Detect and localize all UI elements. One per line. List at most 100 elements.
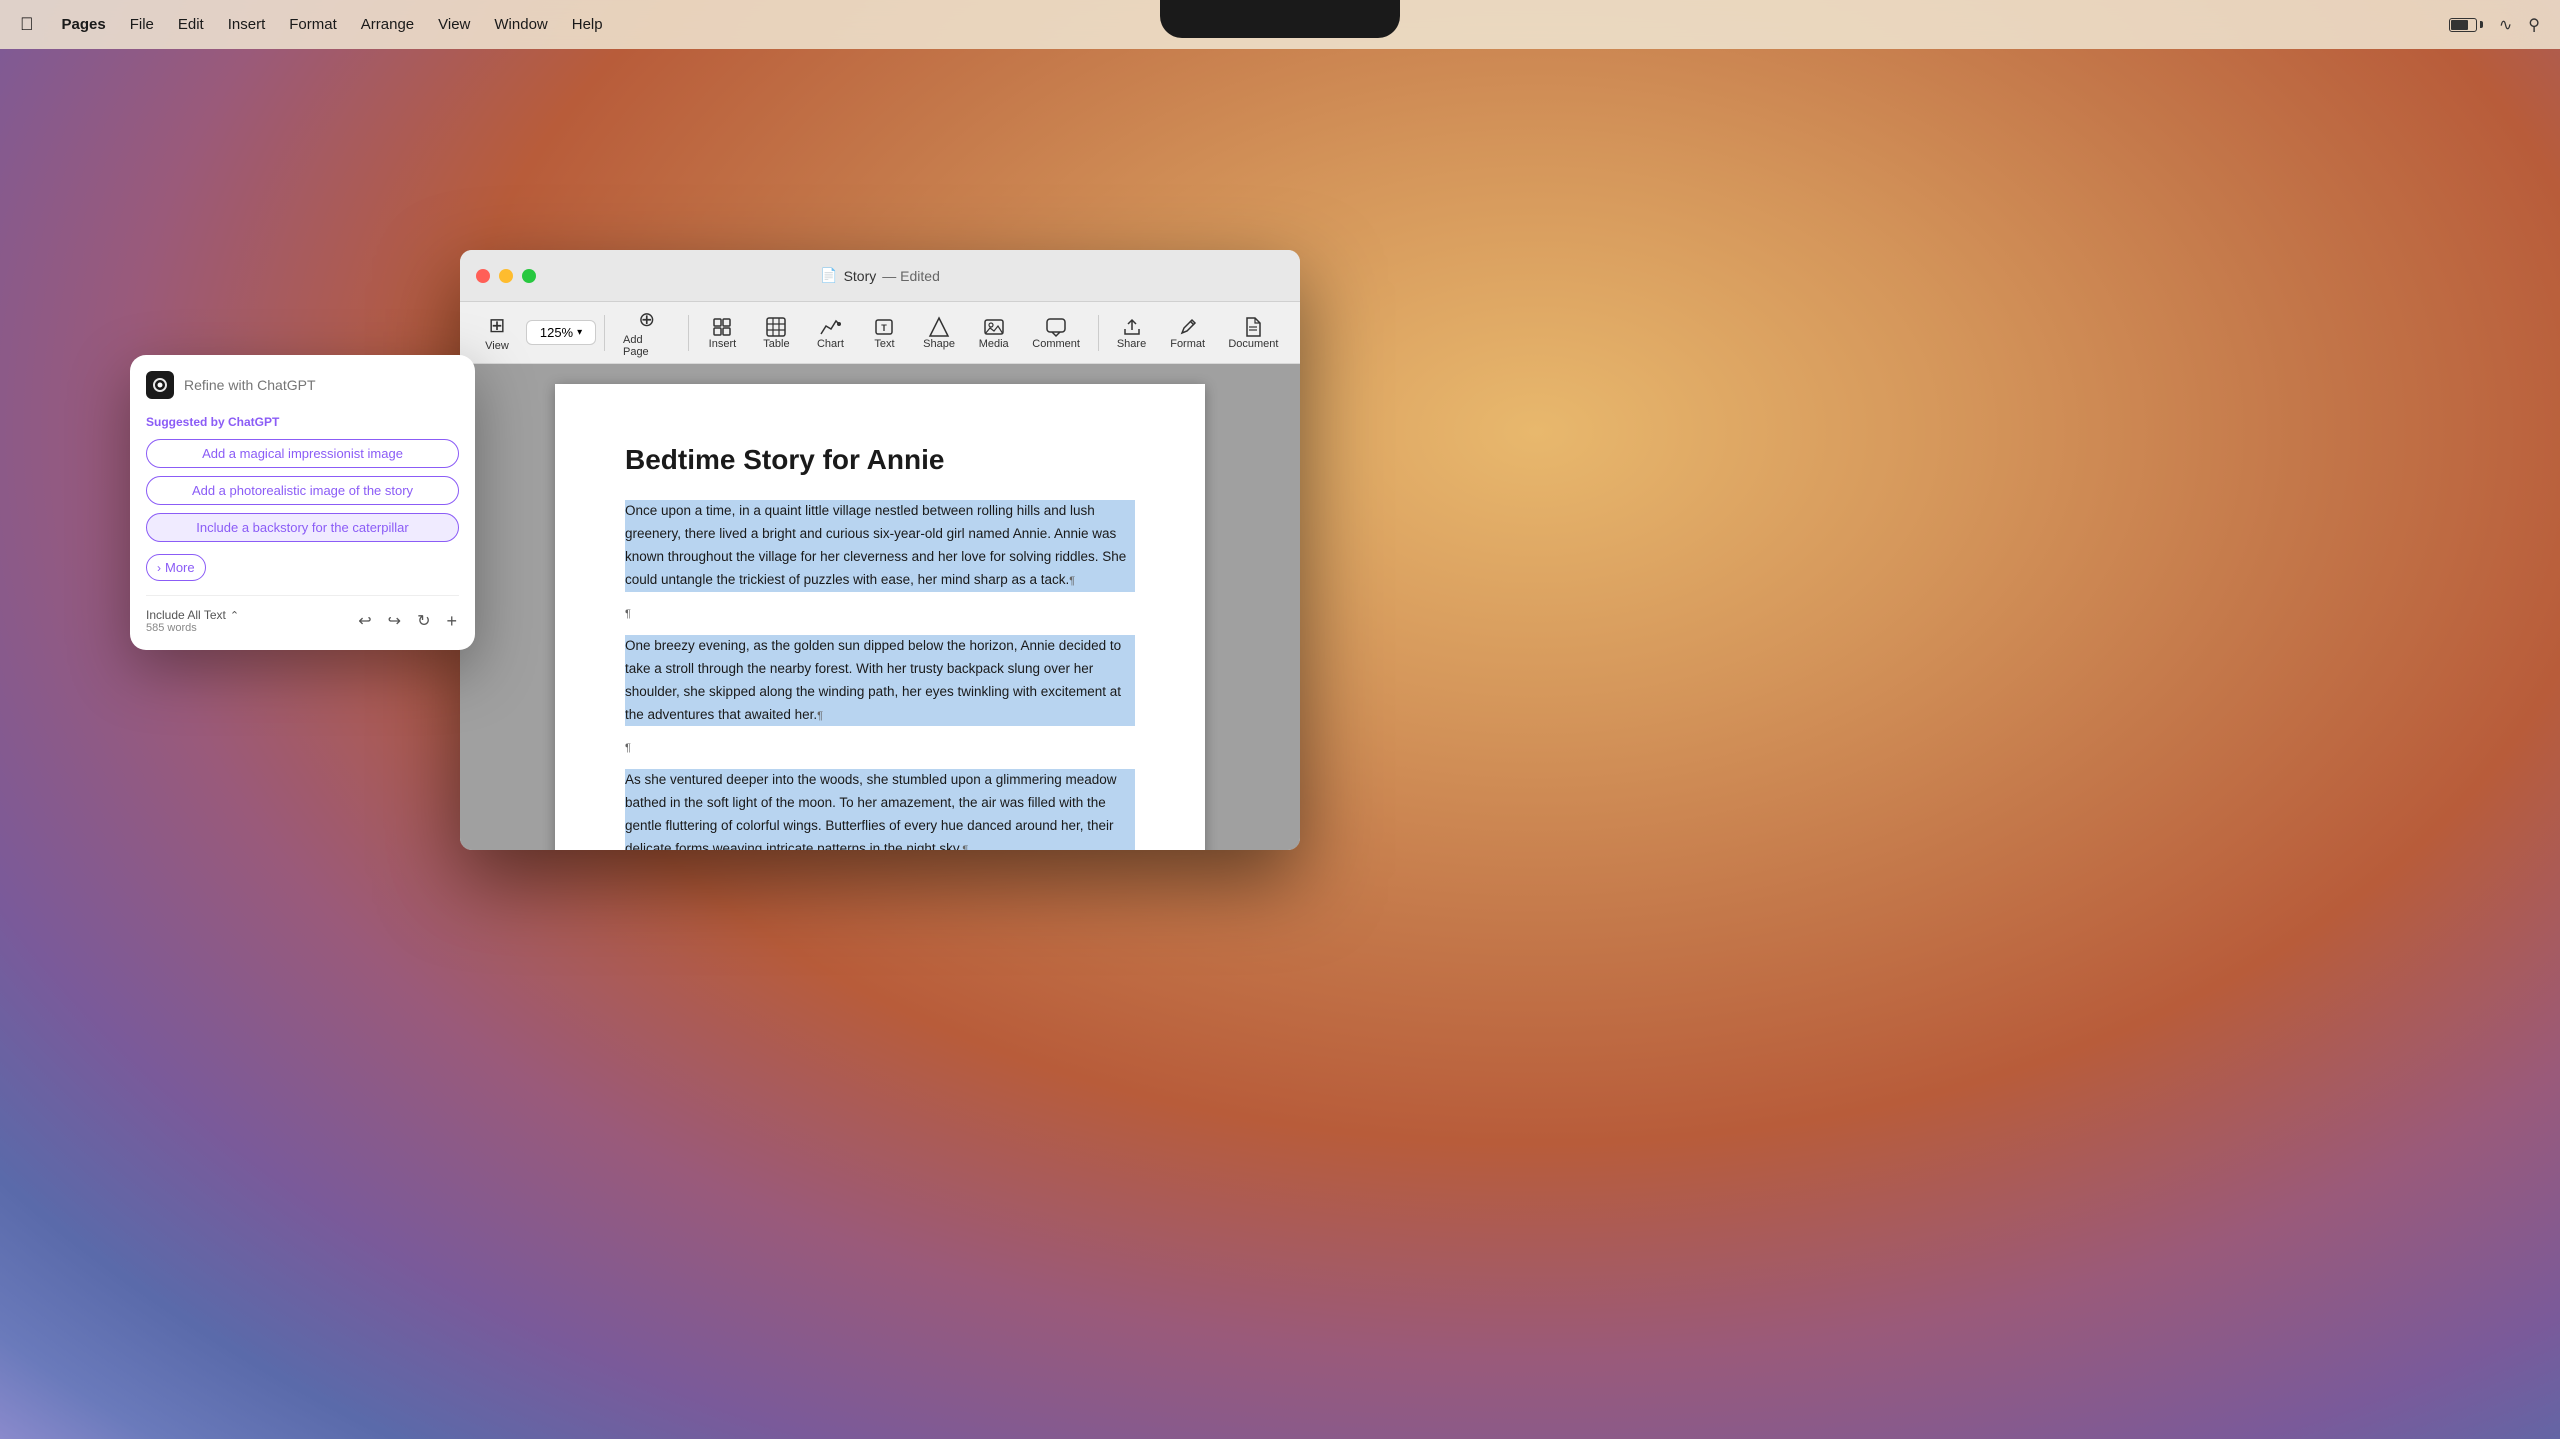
undo-button[interactable]: ↩ bbox=[356, 609, 373, 634]
suggestion-3[interactable]: Include a backstory for the caterpillar bbox=[146, 513, 459, 542]
menubar-arrange[interactable]: Arrange bbox=[361, 16, 414, 33]
toolbar-format[interactable]: Format bbox=[1161, 312, 1215, 354]
spotlight-search-icon[interactable]: ⚲ bbox=[2528, 15, 2540, 35]
chart-icon bbox=[819, 316, 841, 338]
toolbar-divider-1 bbox=[604, 315, 605, 351]
chatgpt-logo bbox=[146, 371, 174, 399]
suggestion-1[interactable]: Add a magical impressionist image bbox=[146, 439, 459, 468]
redo-button[interactable]: ↪ bbox=[386, 609, 403, 634]
menubar-file[interactable]: File bbox=[130, 16, 154, 33]
paragraph-1: Once upon a time, in a quaint little vil… bbox=[625, 500, 1135, 592]
footer-actions: ↩ ↪ ↻ + bbox=[356, 609, 459, 634]
apple-logo-icon[interactable]:  bbox=[20, 14, 34, 35]
pilcrow-1: ¶ bbox=[625, 602, 1135, 625]
toolbar-document-label: Document bbox=[1228, 338, 1278, 350]
pilcrow-2: ¶ bbox=[625, 736, 1135, 759]
toolbar-divider-3 bbox=[1098, 315, 1099, 351]
menubar-window[interactable]: Window bbox=[494, 16, 547, 33]
toolbar-shape[interactable]: Shape bbox=[913, 312, 964, 354]
add-page-icon: ⊕ bbox=[638, 307, 655, 332]
minimize-button[interactable] bbox=[499, 269, 513, 283]
window-title: 📄 Story — Edited bbox=[820, 267, 940, 284]
menubar-format[interactable]: Format bbox=[289, 16, 337, 33]
more-button[interactable]: › More bbox=[146, 554, 206, 581]
shape-icon bbox=[928, 316, 950, 338]
menubar-insert[interactable]: Insert bbox=[228, 16, 266, 33]
format-icon bbox=[1177, 316, 1199, 338]
toolbar-insert[interactable]: Insert bbox=[697, 312, 747, 354]
insert-icon bbox=[711, 316, 733, 338]
toolbar-comment-label: Comment bbox=[1032, 338, 1080, 350]
more-label: More bbox=[165, 560, 195, 575]
menubar-view[interactable]: View bbox=[438, 16, 470, 33]
include-text-area: Include All Text ⌃ 585 words bbox=[146, 608, 239, 634]
toolbar-text[interactable]: T Text bbox=[859, 312, 909, 354]
document-name: Story bbox=[844, 268, 877, 284]
zoom-chevron-icon: ▾ bbox=[577, 327, 582, 338]
camera-notch bbox=[1160, 0, 1400, 38]
chevron-down-icon: › bbox=[157, 561, 161, 575]
refresh-button[interactable]: ↻ bbox=[415, 609, 432, 634]
toolbar-insert-label: Insert bbox=[709, 338, 737, 350]
suggestion-2[interactable]: Add a photorealistic image of the story bbox=[146, 476, 459, 505]
menubar-pages[interactable]: Pages bbox=[62, 16, 106, 33]
document-toolbar-icon bbox=[1242, 316, 1264, 338]
include-all-text[interactable]: Include All Text ⌃ bbox=[146, 608, 239, 622]
toolbar-media-label: Media bbox=[979, 338, 1009, 350]
toolbar-view-label: View bbox=[485, 340, 509, 352]
toolbar-shape-label: Shape bbox=[923, 338, 955, 350]
chatgpt-panel: Suggested by ChatGPT Add a magical impre… bbox=[130, 355, 475, 650]
battery-icon bbox=[2449, 18, 2483, 32]
view-icon: ⊞ bbox=[489, 313, 506, 338]
document-icon: 📄 bbox=[820, 267, 837, 284]
toolbar-media[interactable]: Media bbox=[969, 312, 1019, 354]
toolbar-chart-label: Chart bbox=[817, 338, 844, 350]
maximize-button[interactable] bbox=[522, 269, 536, 283]
suggested-label: Suggested by ChatGPT bbox=[146, 415, 459, 429]
menubar-left:  Pages File Edit Insert Format Arrange … bbox=[20, 14, 603, 35]
toolbar-add-page[interactable]: ⊕ Add Page bbox=[613, 303, 680, 362]
toolbar-divider-2 bbox=[688, 315, 689, 351]
zoom-level: 125% bbox=[540, 325, 573, 340]
paragraph-3: As she ventured deeper into the woods, s… bbox=[625, 769, 1135, 850]
toolbar-comment[interactable]: Comment bbox=[1023, 312, 1090, 354]
window-titlebar: 📄 Story — Edited bbox=[460, 250, 1300, 302]
toolbar: ⊞ View 125% ▾ ⊕ Add Page Insert bbox=[460, 302, 1300, 364]
toolbar-share-label: Share bbox=[1117, 338, 1146, 350]
word-count: 585 words bbox=[146, 622, 239, 634]
text-icon: T bbox=[873, 316, 895, 338]
toolbar-table-label: Table bbox=[763, 338, 789, 350]
table-icon bbox=[765, 316, 787, 338]
pages-window: 📄 Story — Edited ⊞ View 125% ▾ ⊕ Add Pag… bbox=[460, 250, 1300, 850]
toolbar-text-label: Text bbox=[874, 338, 894, 350]
paragraph-2: One breezy evening, as the golden sun di… bbox=[625, 635, 1135, 727]
toolbar-chart[interactable]: Chart bbox=[805, 312, 855, 354]
document-body[interactable]: Once upon a time, in a quaint little vil… bbox=[625, 500, 1135, 850]
svg-text:T: T bbox=[882, 323, 888, 333]
toolbar-format-label: Format bbox=[1170, 338, 1205, 350]
menubar-edit[interactable]: Edit bbox=[178, 16, 204, 33]
toolbar-document[interactable]: Document bbox=[1219, 312, 1288, 354]
include-text-label: Include All Text bbox=[146, 608, 226, 622]
dropdown-chevron-icon: ⌃ bbox=[230, 609, 239, 622]
close-button[interactable] bbox=[476, 269, 490, 283]
chatgpt-search-input[interactable] bbox=[184, 377, 459, 393]
comment-icon bbox=[1045, 316, 1067, 338]
suggestions-list: Add a magical impressionist image Add a … bbox=[146, 439, 459, 550]
toolbar-table[interactable]: Table bbox=[751, 312, 801, 354]
add-button[interactable]: + bbox=[444, 609, 459, 634]
toolbar-view[interactable]: ⊞ View bbox=[472, 309, 522, 356]
wifi-icon: ∿ bbox=[2499, 15, 2512, 35]
share-icon bbox=[1121, 316, 1143, 338]
menubar-help[interactable]: Help bbox=[572, 16, 603, 33]
document-area[interactable]: Bedtime Story for Annie Once upon a time… bbox=[460, 364, 1300, 850]
document-title: Bedtime Story for Annie bbox=[625, 444, 1135, 476]
toolbar-add-page-label: Add Page bbox=[623, 334, 670, 358]
chatgpt-input-row bbox=[146, 371, 459, 399]
toolbar-share[interactable]: Share bbox=[1107, 312, 1157, 354]
media-icon bbox=[983, 316, 1005, 338]
window-controls bbox=[476, 269, 536, 283]
zoom-control[interactable]: 125% ▾ bbox=[526, 320, 596, 345]
chatgpt-logo-icon bbox=[151, 376, 169, 394]
panel-footer: Include All Text ⌃ 585 words ↩ ↪ ↻ + bbox=[146, 595, 459, 634]
